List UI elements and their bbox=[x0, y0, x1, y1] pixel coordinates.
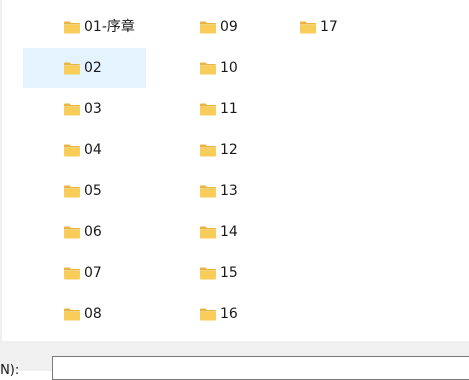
folder-icon bbox=[199, 20, 217, 34]
folder-item[interactable]: 03 bbox=[23, 89, 146, 129]
folder-item[interactable]: 01-序章 bbox=[23, 7, 146, 47]
folder-icon bbox=[63, 143, 81, 157]
file-list-pane: 01-序章 02 03 04 05 06 07 08 09 10 11 12 13 14 15 16 17 bbox=[0, 0, 469, 341]
folder-label: 07 bbox=[84, 265, 102, 281]
folder-item[interactable]: 11 bbox=[159, 89, 282, 129]
folder-icon bbox=[63, 20, 81, 34]
folder-icon bbox=[199, 307, 217, 321]
folder-label: 12 bbox=[220, 142, 238, 158]
folder-item[interactable]: 15 bbox=[159, 253, 282, 293]
folder-label: 05 bbox=[84, 183, 102, 199]
folder-icon bbox=[63, 266, 81, 280]
folder-icon bbox=[199, 225, 217, 239]
folder-icon bbox=[63, 61, 81, 75]
folder-icon bbox=[63, 184, 81, 198]
folder-item[interactable]: 14 bbox=[159, 212, 282, 252]
folder-icon bbox=[199, 266, 217, 280]
folder-label: 01-序章 bbox=[84, 19, 135, 35]
pane-left-edge bbox=[0, 0, 2, 341]
folder-label: 15 bbox=[220, 265, 238, 281]
folder-item[interactable]: 17 bbox=[259, 7, 382, 47]
folder-icon bbox=[299, 20, 317, 34]
folder-item[interactable]: 08 bbox=[23, 294, 146, 334]
folder-item[interactable]: 16 bbox=[159, 294, 282, 334]
folder-icon bbox=[199, 61, 217, 75]
folder-icon bbox=[63, 307, 81, 321]
folder-item[interactable]: 10 bbox=[159, 48, 282, 88]
folder-label: 09 bbox=[220, 19, 238, 35]
folder-label: 17 bbox=[320, 19, 338, 35]
folder-item[interactable]: 12 bbox=[159, 130, 282, 170]
filename-input[interactable] bbox=[52, 356, 469, 380]
folder-icon bbox=[199, 184, 217, 198]
folder-icon bbox=[63, 225, 81, 239]
folder-label: 02 bbox=[84, 60, 102, 76]
folder-label: 06 bbox=[84, 224, 102, 240]
folder-icon bbox=[63, 102, 81, 116]
folder-item[interactable]: 02 bbox=[23, 48, 146, 88]
folder-item[interactable]: 07 bbox=[23, 253, 146, 293]
folder-label: 10 bbox=[220, 60, 238, 76]
folder-item[interactable]: 05 bbox=[23, 171, 146, 211]
folder-label: 11 bbox=[220, 101, 238, 117]
folder-item[interactable]: 06 bbox=[23, 212, 146, 252]
folder-item[interactable]: 04 bbox=[23, 130, 146, 170]
filename-label: 名(N): bbox=[0, 363, 20, 378]
folder-icon bbox=[199, 102, 217, 116]
folder-label: 08 bbox=[84, 306, 102, 322]
folder-label: 13 bbox=[220, 183, 238, 199]
folder-item[interactable]: 13 bbox=[159, 171, 282, 211]
folder-label: 04 bbox=[84, 142, 102, 158]
dialog-footer: 名(N): bbox=[0, 341, 469, 380]
folder-label: 03 bbox=[84, 101, 102, 117]
folder-label: 14 bbox=[220, 224, 238, 240]
folder-icon bbox=[199, 143, 217, 157]
folder-label: 16 bbox=[220, 306, 238, 322]
